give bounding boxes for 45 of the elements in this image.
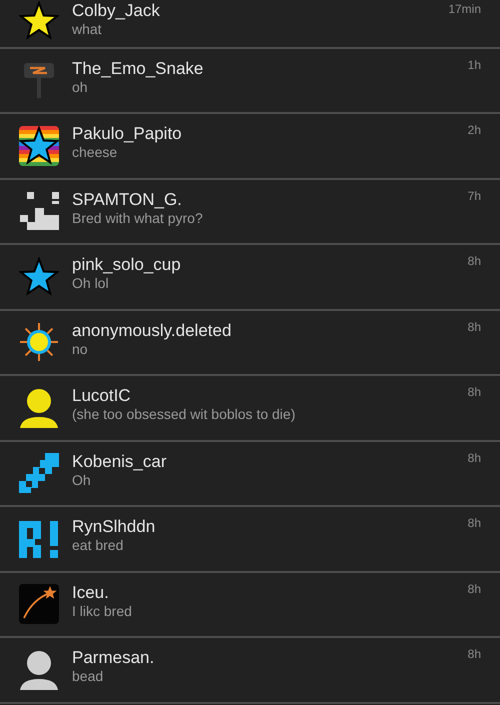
message-preview: Bred with what pyro?: [72, 210, 203, 227]
conversation-row[interactable]: Kobenis_car Oh 8h: [0, 442, 500, 507]
message-preview: no: [72, 340, 88, 358]
user-name: SPAMTON_G.: [72, 190, 182, 210]
message-time: 2h: [468, 123, 481, 137]
message-time: 8h: [468, 516, 481, 530]
message-time: 8h: [468, 385, 481, 399]
message-time: 1h: [468, 58, 481, 72]
message-preview: Oh lol: [72, 275, 109, 292]
conversation-row[interactable]: SPAMTON_G. Bred with what pyro? 7h: [0, 180, 500, 245]
user-name: pink_solo_cup: [72, 255, 181, 276]
user-name: Parmesan.: [72, 648, 154, 668]
message-time: 8h: [468, 320, 481, 334]
user-name: Colby_Jack: [72, 1, 160, 21]
conversation-row[interactable]: Iceu. I likc bred 8h: [0, 572, 500, 638]
user-name: The_Emo_Snake: [72, 58, 204, 79]
user-name: LucotIC: [72, 386, 131, 406]
message-preview: eat bred: [72, 537, 124, 554]
user-name: anonymously.deleted: [72, 320, 232, 341]
sun-icon: [19, 322, 59, 362]
message-preview: I likc bred: [72, 602, 132, 620]
comet-icon: [19, 584, 59, 624]
rainbow-star-icon: [19, 126, 59, 166]
message-time: 8h: [468, 450, 481, 464]
message-time: 8h: [468, 582, 481, 596]
message-time: 8h: [468, 647, 481, 661]
user-name: Iceu.: [72, 582, 109, 603]
user-name: Kobenis_car: [72, 452, 167, 472]
message-time: 7h: [468, 188, 481, 202]
message-preview: what: [72, 21, 102, 38]
pixel-pattern-icon: [19, 453, 59, 494]
pixel-face-icon: [19, 191, 59, 232]
message-preview: bead: [72, 668, 104, 686]
message-preview: (she too obsessed wit boblos to die): [72, 406, 296, 424]
message-time: 8h: [468, 254, 481, 268]
conversation-row[interactable]: Colby_Jack what 17min: [0, 0, 500, 48]
pixel-letters-icon: [19, 518, 59, 559]
message-preview: cheese: [72, 144, 118, 162]
message-time: 17min: [448, 2, 481, 16]
user-name: Pakulo_Papito: [72, 124, 182, 144]
user-name: RynSlhddn: [72, 517, 156, 538]
conversation-row[interactable]: anonymously.deleted no 8h: [0, 310, 500, 376]
message-preview: Oh: [72, 472, 91, 489]
message-preview: oh: [72, 78, 88, 96]
conversation-row[interactable]: The_Emo_Snake oh 1h: [0, 48, 500, 114]
